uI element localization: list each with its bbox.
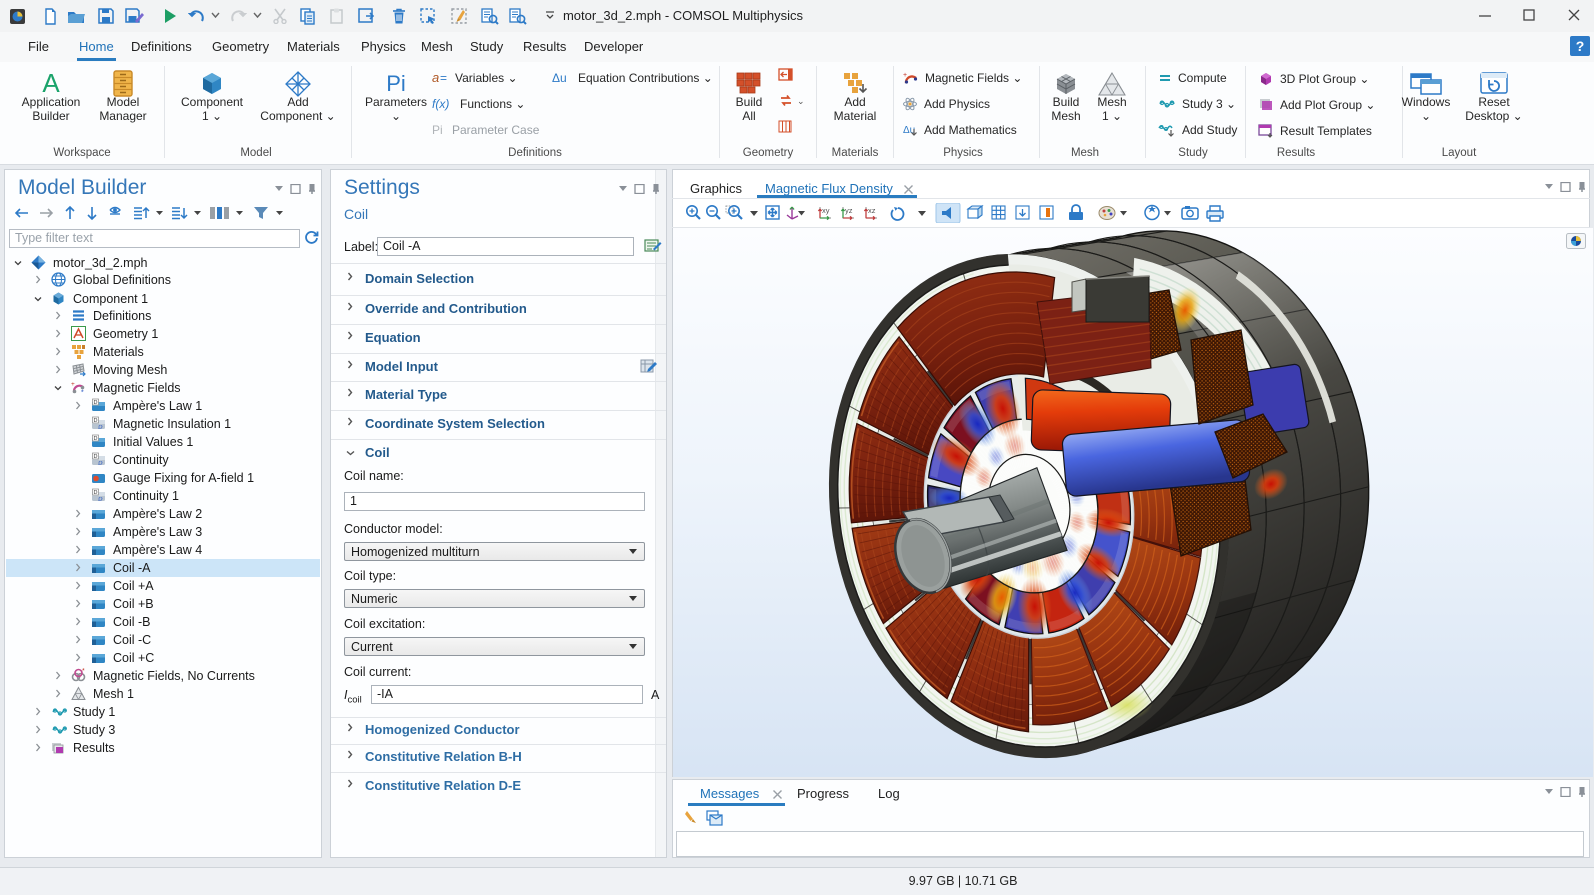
svg-text:yz: yz — [845, 206, 853, 215]
svg-text:xy: xy — [822, 206, 830, 215]
svg-text:Δu: Δu — [552, 71, 567, 85]
svg-text:ⅅ: ⅅ — [98, 496, 103, 503]
svg-text:+: + — [71, 381, 75, 388]
svg-text:ⅅ: ⅅ — [98, 460, 103, 467]
svg-text:ⅅ: ⅅ — [98, 424, 103, 431]
svg-text:D: D — [94, 418, 98, 424]
svg-text:a: a — [432, 71, 439, 85]
svg-text:f(x): f(x) — [432, 97, 449, 111]
svg-text:*: * — [82, 668, 85, 675]
svg-text:+: + — [903, 72, 907, 79]
svg-text:D: D — [94, 490, 98, 496]
svg-text:Pi: Pi — [386, 71, 406, 96]
svg-text:=: = — [440, 71, 447, 85]
svg-text:D: D — [94, 400, 98, 406]
svg-text:Pi: Pi — [432, 123, 443, 137]
svg-text:A: A — [42, 70, 60, 96]
svg-text:xz: xz — [868, 206, 876, 215]
svg-text:*: * — [81, 390, 84, 396]
svg-text:D: D — [94, 436, 98, 442]
svg-text:D: D — [94, 454, 98, 460]
